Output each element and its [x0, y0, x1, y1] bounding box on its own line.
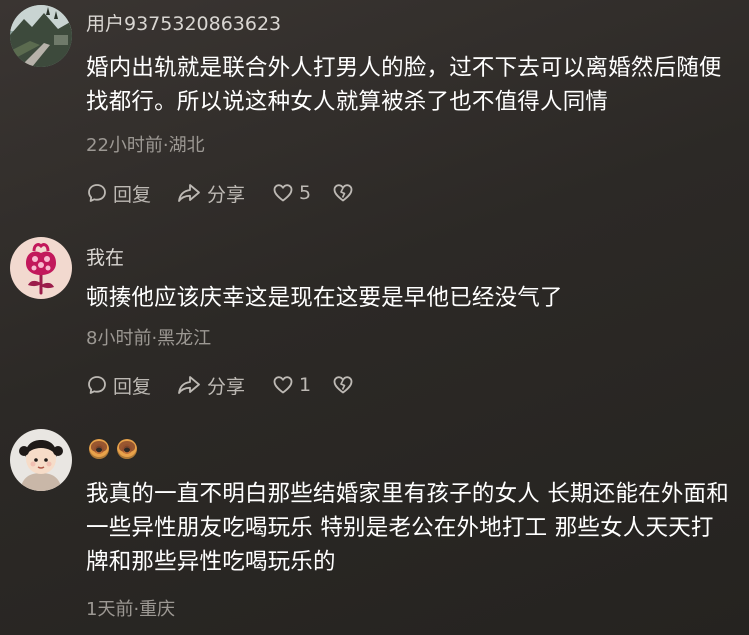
comment-meta: 22小时前·湖北: [86, 135, 205, 156]
donut-emoji-icon: [117, 439, 137, 459]
comment-item: 用户9375320863623 婚内出轨就是联合外人打男人的脸，过不下去可以离婚…: [0, 0, 749, 220]
reply-button[interactable]: 回复: [86, 372, 176, 399]
avatar[interactable]: [10, 5, 72, 67]
comment-meta: 8小时前·黑龙江: [86, 328, 212, 349]
landscape-avatar-icon: [10, 5, 72, 67]
comment-item: 我真的一直不明白那些结婚家里有孩子的女人 长期还能在外面和一些异性朋友吃喝玩乐 …: [0, 420, 749, 635]
comment-meta: 1天前·重庆: [86, 599, 176, 620]
like-button[interactable]: 1: [272, 374, 332, 396]
share-label: 分享: [207, 375, 246, 398]
comment-item: 我在 顿揍他应该庆幸这是现在这要是早他已经没气了 8小时前·黑龙江 回复 分享 …: [0, 220, 749, 420]
dislike-button[interactable]: [332, 374, 354, 396]
broken-heart-icon: [333, 376, 353, 394]
comment-actions: 回复 分享 5: [86, 179, 354, 207]
comment-username[interactable]: 用户9375320863623: [86, 9, 281, 36]
reply-bubble-icon: [88, 184, 106, 202]
share-button[interactable]: 分享: [176, 180, 272, 207]
share-arrow-icon: [178, 184, 200, 202]
reply-label: 回复: [113, 375, 152, 398]
comment-username[interactable]: 我在: [86, 243, 124, 270]
share-label: 分享: [207, 183, 246, 206]
comment-text: 我真的一直不明白那些结婚家里有孩子的女人 长期还能在外面和一些异性朋友吃喝玩乐 …: [86, 481, 729, 575]
heart-icon: [273, 376, 293, 394]
dislike-button[interactable]: [332, 182, 354, 204]
flower-avatar-icon: [10, 237, 72, 299]
share-arrow-icon: [178, 376, 200, 394]
comment-text: 婚内出轨就是联合外人打男人的脸，过不下去可以离婚然后随便找都行。所以说这种女人就…: [86, 55, 722, 115]
heart-icon: [273, 184, 293, 202]
child-avatar-icon: [10, 429, 72, 491]
share-button[interactable]: 分享: [176, 372, 272, 399]
donut-emoji-icon: [89, 439, 109, 459]
avatar[interactable]: [10, 429, 72, 491]
broken-heart-icon: [333, 184, 353, 202]
comment-text: 顿揍他应该庆幸这是现在这要是早他已经没气了: [86, 285, 563, 311]
reply-bubble-icon: [88, 376, 106, 394]
comment-username-emoji[interactable]: [89, 439, 137, 459]
like-count: 5: [299, 182, 312, 204]
like-button[interactable]: 5: [272, 182, 332, 204]
reply-label: 回复: [113, 183, 152, 206]
reply-button[interactable]: 回复: [86, 180, 176, 207]
comment-actions: 回复 分享 1: [86, 371, 354, 399]
like-count: 1: [299, 374, 312, 396]
avatar[interactable]: [10, 237, 72, 299]
